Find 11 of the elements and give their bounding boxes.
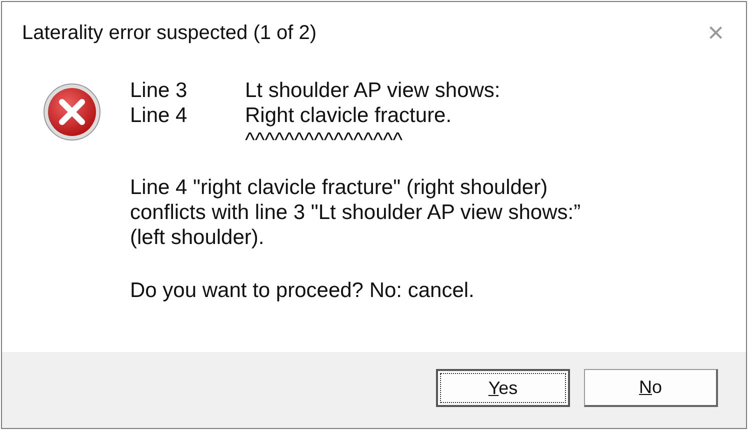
line-text: Lt shoulder AP view shows: [245,78,500,103]
yes-button[interactable]: Yes [436,369,570,407]
window-title: Laterality error suspected (1 of 2) [22,21,317,46]
question-text: Do you want to proceed? No: cancel. [130,278,476,304]
line-text: Right clavicle fracture. [245,103,452,128]
no-button[interactable]: No [584,369,718,407]
message-text: Line 4 "right clavicle fracture" (right shoulder) conflicts with line 3 "Lt shoulder AP view shows:” (left shoulder). [130,175,582,250]
caret-marker: ^^^^^^^^^^^^^^^^ [245,128,403,153]
line-label: Line 3 [130,78,188,103]
error-icon [42,82,102,142]
line-label: Line 4 [130,103,188,128]
